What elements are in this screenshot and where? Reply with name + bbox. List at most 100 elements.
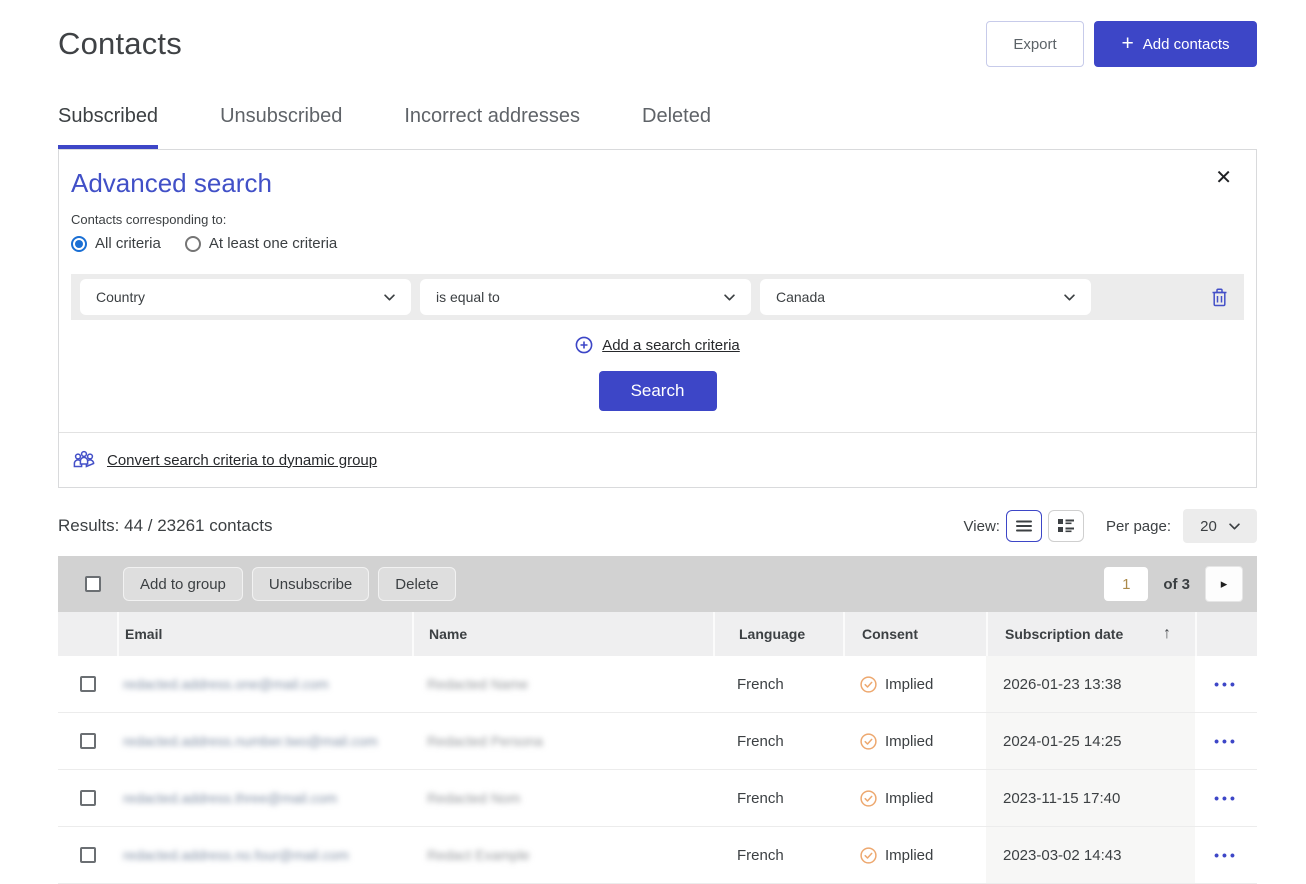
list-view-toggle[interactable] xyxy=(1006,510,1042,542)
criteria-operator-select[interactable]: is equal to xyxy=(420,279,751,315)
page-number-input[interactable] xyxy=(1104,567,1148,601)
check-circle-icon xyxy=(860,733,877,750)
header-consent-label: Consent xyxy=(862,626,918,642)
header-actions-column xyxy=(1195,612,1257,656)
results-controls: View: Per page: 20 xyxy=(964,509,1257,543)
advanced-search-title: Advanced search xyxy=(71,168,1244,199)
contact-name-redacted: Redacted Persona xyxy=(427,733,543,749)
search-button[interactable]: Search xyxy=(599,371,717,411)
row-actions-menu[interactable]: ••• xyxy=(1214,676,1238,692)
convert-search-criteria-link[interactable]: Convert search criteria to dynamic group xyxy=(107,452,377,469)
add-to-group-button[interactable]: Add to group xyxy=(123,567,243,601)
next-page-button[interactable]: ▸ xyxy=(1205,566,1243,602)
header-checkbox-column xyxy=(58,612,117,656)
unsubscribe-button[interactable]: Unsubscribe xyxy=(252,567,369,601)
subscription-date: 2024-01-25 14:25 xyxy=(1003,733,1121,750)
table-toolbar: Add to group Unsubscribe Delete of 3 ▸ xyxy=(58,556,1257,612)
row-checkbox[interactable] xyxy=(80,733,96,749)
radio-all-criteria[interactable]: All criteria xyxy=(71,235,161,252)
header-name[interactable]: Name xyxy=(412,612,713,656)
header-date-label: Subscription date xyxy=(1005,626,1123,642)
page-count-label: of 3 xyxy=(1163,576,1190,593)
table-row: redacted.address.no.four@mail.com Redact… xyxy=(58,827,1257,884)
row-actions-menu[interactable]: ••• xyxy=(1214,790,1238,806)
delete-criteria-button[interactable] xyxy=(1211,288,1228,307)
header-email-label: Email xyxy=(125,626,162,642)
row-actions-menu[interactable]: ••• xyxy=(1214,847,1238,863)
row-checkbox[interactable] xyxy=(80,847,96,863)
match-type-label: Contacts corresponding to: xyxy=(71,212,1244,227)
close-icon[interactable]: ✕ xyxy=(1215,168,1232,188)
consent-label: Implied xyxy=(885,676,933,693)
check-circle-icon xyxy=(860,790,877,807)
header-language-label: Language xyxy=(739,626,805,642)
plus-circle-icon xyxy=(575,336,593,354)
list-view-icon xyxy=(1016,520,1032,532)
criteria-operator-value: is equal to xyxy=(436,289,500,305)
row-checkbox[interactable] xyxy=(80,790,96,806)
subscription-date: 2026-01-23 13:38 xyxy=(1003,676,1121,693)
subscription-date: 2023-03-02 14:43 xyxy=(1003,847,1121,864)
add-contacts-label: Add contacts xyxy=(1143,36,1230,53)
tab-deleted[interactable]: Deleted xyxy=(642,105,711,149)
header-actions: Export + Add contacts xyxy=(986,21,1257,67)
pagination: of 3 ▸ xyxy=(1104,566,1243,602)
criteria-field-select[interactable]: Country xyxy=(80,279,411,315)
header-consent[interactable]: Consent xyxy=(843,612,986,656)
contact-name-redacted: Redacted Name xyxy=(427,676,528,692)
contact-language: French xyxy=(737,847,784,864)
select-all-checkbox[interactable] xyxy=(85,576,101,592)
contact-email-redacted[interactable]: redacted.address.three@mail.com xyxy=(123,790,337,806)
criteria-value-select[interactable]: Canada xyxy=(760,279,1091,315)
per-page-value: 20 xyxy=(1200,518,1217,535)
radio-at-least-one-criteria[interactable]: At least one criteria xyxy=(185,235,337,252)
card-view-icon xyxy=(1058,519,1074,533)
page-title: Contacts xyxy=(58,26,182,62)
tab-subscribed[interactable]: Subscribed xyxy=(58,105,158,149)
radio-selected-icon[interactable] xyxy=(71,236,87,252)
sort-ascending-icon[interactable]: ↑ xyxy=(1163,625,1171,643)
row-checkbox[interactable] xyxy=(80,676,96,692)
chevron-down-icon xyxy=(1229,523,1240,530)
add-contacts-button[interactable]: + Add contacts xyxy=(1094,21,1257,67)
radio-all-criteria-label: All criteria xyxy=(95,235,161,252)
people-group-icon xyxy=(71,449,97,471)
contact-language: French xyxy=(737,733,784,750)
advanced-search-body: Advanced search Contacts corresponding t… xyxy=(59,150,1256,432)
tab-incorrect-addresses[interactable]: Incorrect addresses xyxy=(404,105,580,149)
chevron-down-icon xyxy=(724,294,735,301)
chevron-down-icon xyxy=(384,294,395,301)
contact-email-redacted[interactable]: redacted.address.one@mail.com xyxy=(123,676,329,692)
contact-email-redacted[interactable]: redacted.address.number.two@mail.com xyxy=(123,733,378,749)
contact-name-redacted: Redacted Nom xyxy=(427,790,520,806)
check-circle-icon xyxy=(860,847,877,864)
consent-label: Implied xyxy=(885,733,933,750)
search-criteria-row: Country is equal to Canada xyxy=(71,274,1244,320)
page-header: Contacts Export + Add contacts xyxy=(58,20,1257,68)
trash-icon xyxy=(1211,288,1228,307)
header-name-label: Name xyxy=(429,626,467,642)
next-page-icon: ▸ xyxy=(1221,576,1228,592)
advanced-search-panel: ✕ Advanced search Contacts corresponding… xyxy=(58,149,1257,488)
delete-button[interactable]: Delete xyxy=(378,567,455,601)
radio-unselected-icon[interactable] xyxy=(185,236,201,252)
view-label: View: xyxy=(964,518,1000,535)
contact-email-redacted[interactable]: redacted.address.no.four@mail.com xyxy=(123,847,349,863)
header-email[interactable]: Email xyxy=(117,612,412,656)
per-page-select[interactable]: 20 xyxy=(1183,509,1257,543)
convert-to-group-row: Convert search criteria to dynamic group xyxy=(59,432,1256,487)
card-view-toggle[interactable] xyxy=(1048,510,1084,542)
match-type-radios: All criteria At least one criteria xyxy=(71,235,1244,252)
tab-unsubscribed[interactable]: Unsubscribed xyxy=(220,105,342,149)
table-row: redacted.address.one@mail.com Redacted N… xyxy=(58,656,1257,713)
per-page-label: Per page: xyxy=(1106,518,1171,535)
header-language[interactable]: Language xyxy=(713,612,843,656)
add-criteria-row: Add a search criteria xyxy=(71,336,1244,354)
add-search-criteria-link[interactable]: Add a search criteria xyxy=(602,337,740,354)
row-actions-menu[interactable]: ••• xyxy=(1214,733,1238,749)
contact-name-redacted: Redact Example xyxy=(427,847,530,863)
export-button[interactable]: Export xyxy=(986,21,1084,67)
consent-label: Implied xyxy=(885,847,933,864)
header-subscription-date[interactable]: Subscription date ↑ xyxy=(986,612,1195,656)
results-bar: Results: 44 / 23261 contacts View: Per p… xyxy=(58,509,1257,543)
